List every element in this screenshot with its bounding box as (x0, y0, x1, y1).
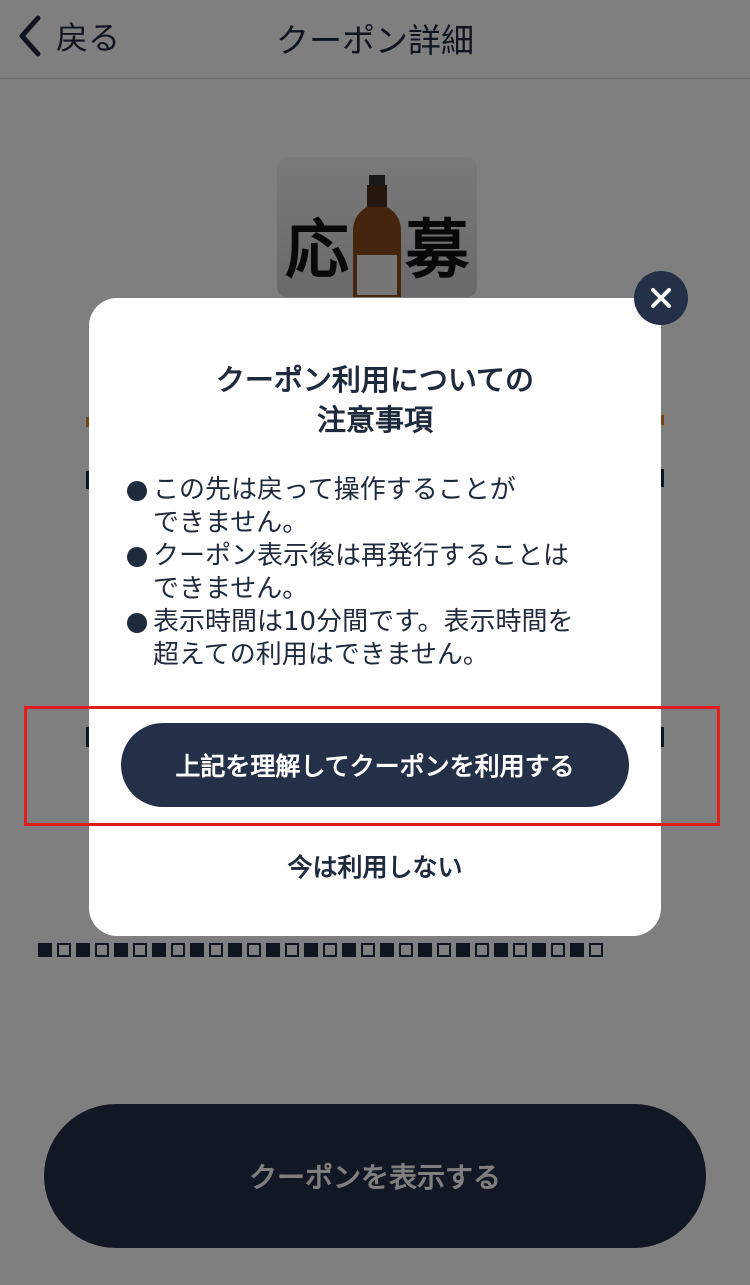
coupon-notice-modal: クーポン利用についての 注意事項 この先は戻って操作することが できません。 ク… (89, 298, 661, 936)
note-text: クーポン表示後は再発行することは できません。 (153, 541, 570, 604)
highlight-annotation (24, 706, 720, 826)
list-item: 表示時間は10分間です。表示時間を 超えての利用はできません。 (125, 606, 635, 672)
not-now-link[interactable]: 今は利用しない (89, 848, 661, 884)
close-button[interactable] (634, 271, 688, 325)
note-text: この先は戻って操作することが できません。 (153, 475, 516, 538)
notice-list: この先は戻って操作することが できません。 クーポン表示後は再発行することは で… (125, 474, 635, 672)
bullet-icon (127, 481, 147, 501)
list-item: クーポン表示後は再発行することは できません。 (125, 540, 635, 606)
modal-title: クーポン利用についての 注意事項 (215, 363, 535, 437)
note-text: 表示時間は10分間です。表示時間を 超えての利用はできません。 (153, 607, 574, 670)
bullet-icon (127, 613, 147, 633)
close-icon (651, 288, 671, 308)
bullet-icon (127, 547, 147, 567)
list-item: この先は戻って操作することが できません。 (125, 474, 635, 540)
